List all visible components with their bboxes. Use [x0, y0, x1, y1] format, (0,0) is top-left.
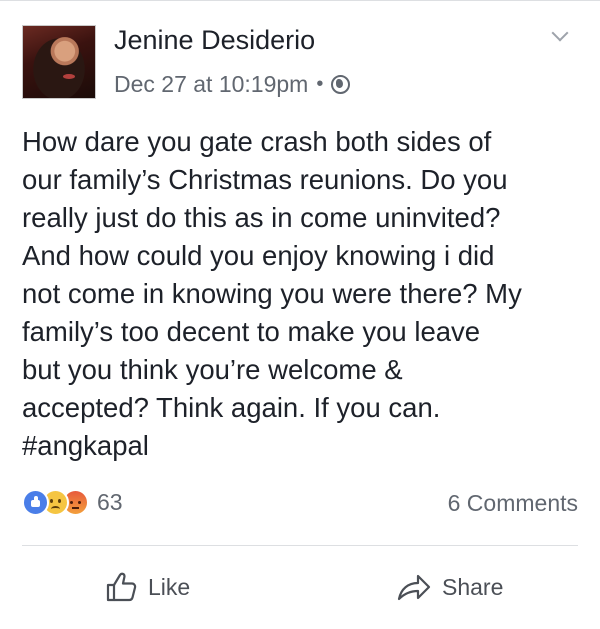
thumbs-up-icon [104, 570, 138, 604]
avatar-photo-detail [63, 74, 75, 79]
share-button[interactable]: Share [396, 567, 503, 607]
like-label: Like [148, 573, 191, 600]
author-name[interactable]: Jenine Desiderio [114, 25, 315, 56]
post-timestamp[interactable]: Dec 27 at 10:19pm [114, 71, 308, 98]
post-text-line: And how could you enjoy knowing i did [22, 240, 495, 271]
share-label: Share [442, 573, 504, 600]
post-text-line: accepted? Think again. If you can. [22, 392, 441, 423]
globe-icon[interactable] [331, 74, 351, 94]
post-text-line: not come in knowing you were there? My [22, 278, 522, 309]
share-arrow-icon [396, 570, 432, 604]
post-meta: Dec 27 at 10:19pm • [114, 69, 351, 99]
avatar[interactable] [22, 25, 96, 99]
meta-separator: • [316, 72, 324, 95]
post-text-line: our family’s Christmas reunions. Do you [22, 164, 508, 195]
facebook-post: Jenine Desiderio Dec 27 at 10:19pm • How… [0, 0, 600, 629]
post-text-line: really just do this as in come uninvited… [22, 202, 501, 233]
post-text: How dare you gate crash both sides of ou… [22, 123, 582, 465]
comments-count-link[interactable]: 6 Comments [448, 490, 578, 517]
post-text-line: but you think you’re welcome & [22, 354, 403, 385]
hashtag-link[interactable]: #angkapal [22, 427, 582, 465]
chevron-down-icon[interactable] [551, 24, 569, 42]
like-reaction-icon [22, 488, 49, 516]
post-text-line: family’s too decent to make you leave [22, 316, 481, 347]
divider [22, 545, 578, 546]
reactions-summary[interactable]: 63 [22, 487, 123, 517]
post-text-line: How dare you gate crash both sides of [22, 126, 492, 157]
reaction-count: 63 [97, 488, 123, 515]
like-button[interactable]: Like [104, 567, 190, 607]
